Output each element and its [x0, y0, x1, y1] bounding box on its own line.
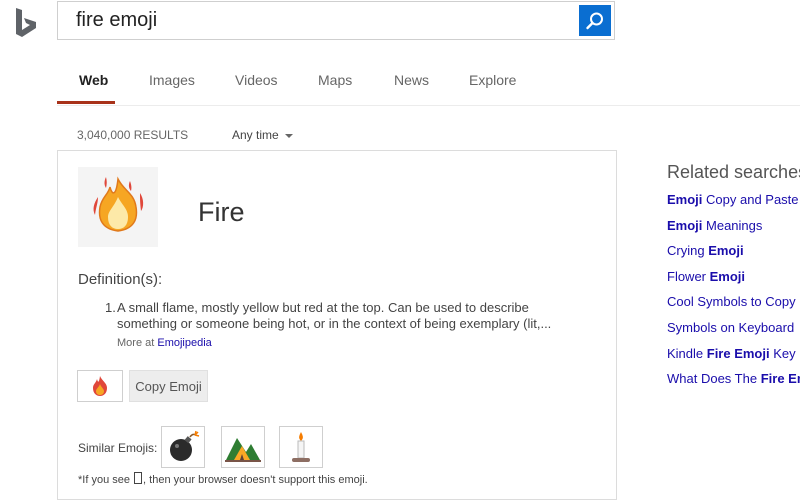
- related-search-item[interactable]: Emoji Copy and Paste: [667, 192, 799, 207]
- active-tab-underline: [57, 101, 115, 104]
- footnote-prefix: *If you see: [78, 474, 130, 486]
- related-text: Cool Symbols to Copy: [667, 294, 796, 309]
- related-text: Flower: [667, 269, 710, 284]
- tabs-divider: [57, 105, 800, 106]
- related-bold: Emoji: [667, 192, 703, 207]
- definition-text: A small flame, mostly yellow but red at …: [117, 300, 552, 331]
- results-count: 3,040,000 RESULTS: [77, 128, 189, 142]
- copy-emoji-button[interactable]: Copy Emoji: [129, 370, 208, 402]
- related-text: Meanings: [702, 218, 763, 233]
- similar-emoji-camping-button[interactable]: [221, 426, 265, 468]
- related-bold: Fire En: [760, 371, 800, 386]
- fire-emoji-button[interactable]: [77, 370, 123, 402]
- related-text: Crying: [667, 243, 709, 258]
- related-search-item[interactable]: Emoji Meanings: [667, 218, 762, 233]
- bomb-icon: [170, 430, 200, 461]
- more-at-prefix: More at: [117, 337, 155, 349]
- unsupported-emoji-footnote: *If you see , then your browser doesn't …: [78, 472, 368, 486]
- related-text: What Does The: [667, 371, 761, 386]
- tab-images[interactable]: Images: [149, 72, 195, 88]
- search-box: [57, 1, 615, 40]
- related-bold: Emoji: [709, 269, 746, 284]
- similar-emoji-candle-button[interactable]: [279, 426, 323, 468]
- emoji-answer-card: Fire Definition(s): 1. A small flame, mo…: [57, 150, 617, 500]
- fire-emoji-image: [78, 167, 158, 247]
- tab-explore[interactable]: Explore: [469, 72, 516, 88]
- related-text-after: Key: [769, 346, 796, 361]
- related-text: Copy and Paste: [702, 192, 799, 207]
- related-search-item[interactable]: Symbols on Keyboard: [667, 320, 794, 335]
- definition-number: 1.: [105, 300, 116, 315]
- related-bold: Emoji: [708, 243, 744, 258]
- bing-logo-icon[interactable]: [14, 7, 42, 39]
- definitions-heading: Definition(s):: [78, 271, 163, 288]
- more-at-line: More at Emojipedia: [117, 337, 212, 349]
- missing-glyph-icon: [134, 472, 143, 484]
- similar-emoji-bomb-button[interactable]: [161, 426, 205, 468]
- related-search-item[interactable]: Cool Symbols to Copy: [667, 294, 796, 309]
- search-page: Web Images Videos Maps News Explore 3,04…: [0, 0, 800, 500]
- related-search-item[interactable]: What Does The Fire En: [667, 371, 800, 386]
- tab-videos[interactable]: Videos: [235, 72, 278, 88]
- camping-icon: [225, 438, 261, 462]
- chevron-down-icon: [284, 133, 293, 138]
- emojipedia-link[interactable]: Emojipedia: [157, 337, 211, 349]
- related-searches-heading: Related searches: [667, 162, 800, 182]
- related-bold: Fire Emoji: [706, 346, 770, 361]
- tab-web[interactable]: Web: [79, 72, 108, 88]
- tab-news[interactable]: News: [394, 72, 429, 88]
- similar-emojis-label: Similar Emojis:: [78, 441, 158, 455]
- fire-icon: [93, 376, 107, 396]
- related-search-item[interactable]: Crying Emoji: [667, 243, 744, 258]
- time-filter-label: Any time: [232, 128, 279, 142]
- related-text: Symbols on Keyboard: [667, 320, 795, 335]
- candle-icon: [292, 432, 310, 462]
- tab-maps[interactable]: Maps: [318, 72, 352, 88]
- time-filter-dropdown[interactable]: Any time: [232, 128, 293, 142]
- search-input[interactable]: [58, 2, 576, 39]
- related-search-item[interactable]: Flower Emoji: [667, 269, 745, 284]
- related-text: Kindle: [667, 346, 707, 361]
- search-button[interactable]: [579, 5, 611, 36]
- emoji-title: Fire: [198, 197, 245, 227]
- related-bold: Emoji: [667, 218, 703, 233]
- related-search-item[interactable]: Kindle Fire Emoji Key: [667, 346, 796, 361]
- search-icon: [586, 12, 603, 29]
- footnote-suffix: , then your browser doesn't support this…: [143, 474, 368, 486]
